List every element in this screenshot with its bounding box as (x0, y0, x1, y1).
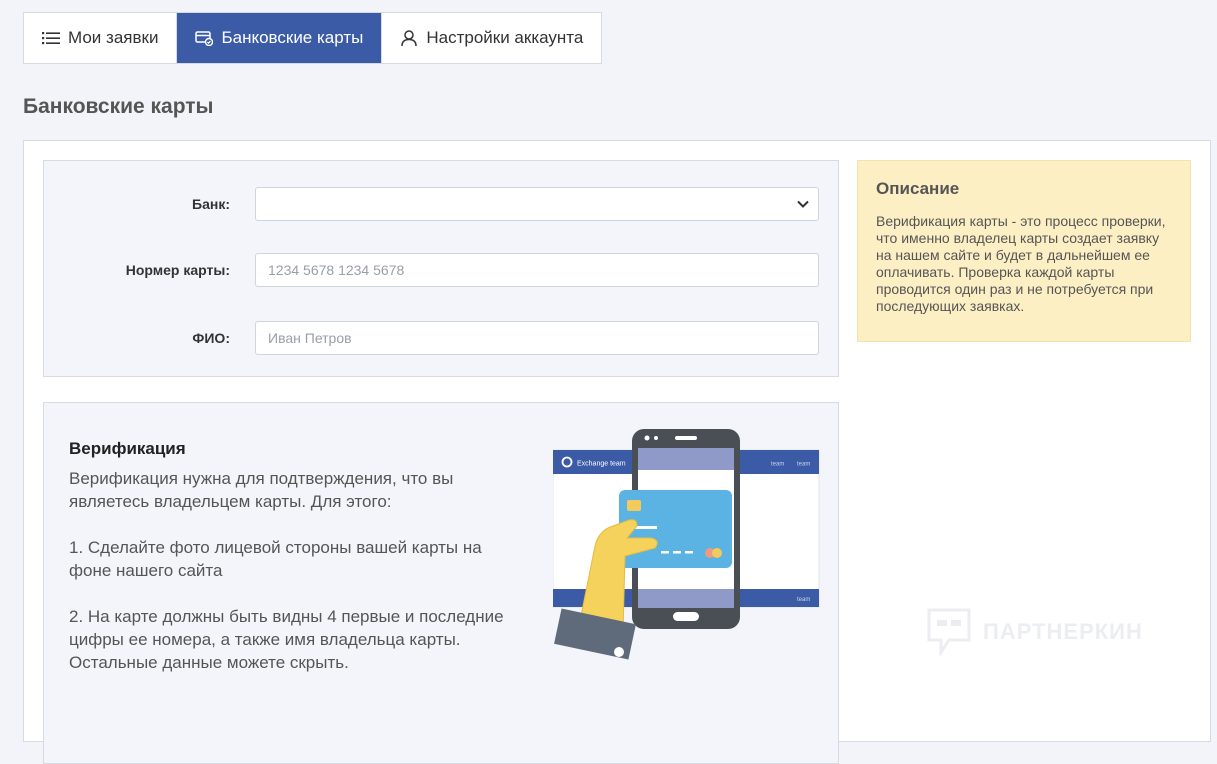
tab-label: Настройки аккаунта (426, 28, 584, 47)
verification-text: Верификация Верификация нужна для подтве… (69, 439, 509, 697)
verification-panel: Верификация Верификация нужна для подтве… (43, 402, 839, 764)
tab-bank-cards[interactable]: Банковские карты (176, 13, 382, 63)
tab-label: Банковские карты (221, 28, 364, 47)
tab-bar: Мои заявки Банковские карты Настройки ак… (23, 12, 603, 64)
page-title: Банковские карты (23, 95, 214, 118)
verification-step-2: 2. На карте должны быть видны 4 первые и… (69, 607, 504, 672)
site-brand: Exchange team (577, 461, 626, 468)
description-box: Описание Верификация карты - это процесс… (857, 160, 1191, 342)
card-number-label: Нормер карты: (125, 262, 230, 278)
chevron-down-icon (788, 188, 818, 220)
site-nav-item: team (771, 462, 784, 468)
site-footer-item: team (797, 597, 810, 603)
tab-my-requests[interactable]: Мои заявки (24, 13, 177, 63)
tab-account-settings[interactable]: Настройки аккаунта (381, 13, 602, 63)
full-name-row: ФИО: (44, 321, 838, 355)
description-text: Верификация карты - это процесс проверки… (876, 213, 1166, 314)
card-icon (195, 29, 214, 47)
full-name-field[interactable] (255, 321, 819, 355)
card-form-panel: Банк: Нормер карты: ФИО: (43, 160, 839, 377)
card-number-field[interactable] (255, 253, 819, 287)
phone-home-button (673, 612, 699, 621)
full-name-input[interactable] (256, 322, 818, 354)
description-title: Описание (876, 179, 960, 198)
list-icon (42, 29, 60, 47)
user-icon (400, 29, 418, 47)
watermark-text: ПАРТНЕРКИН (983, 619, 1143, 644)
verification-step-1: 1. Сделайте фото лицевой стороны вашей к… (69, 538, 482, 580)
full-name-label: ФИО: (192, 330, 230, 346)
verification-title: Верификация (69, 439, 186, 458)
bank-row: Банк: (44, 187, 838, 221)
site-nav-item: team (797, 462, 810, 468)
bank-select[interactable] (255, 187, 819, 221)
watermark: ПАРТНЕРКИН (925, 606, 1143, 658)
verification-intro: Верификация нужна для подтверждения, что… (69, 469, 454, 511)
phone-card-illustration: Exchange team team team team (552, 429, 820, 660)
card-number-input[interactable] (256, 254, 818, 286)
chat-bubble-icon (927, 608, 971, 657)
card-number-row: Нормер карты: (44, 253, 838, 287)
tab-label: Мои заявки (68, 28, 159, 47)
verification-illustration: Exchange team team team team (552, 426, 823, 676)
bank-label: Банк: (192, 196, 230, 212)
